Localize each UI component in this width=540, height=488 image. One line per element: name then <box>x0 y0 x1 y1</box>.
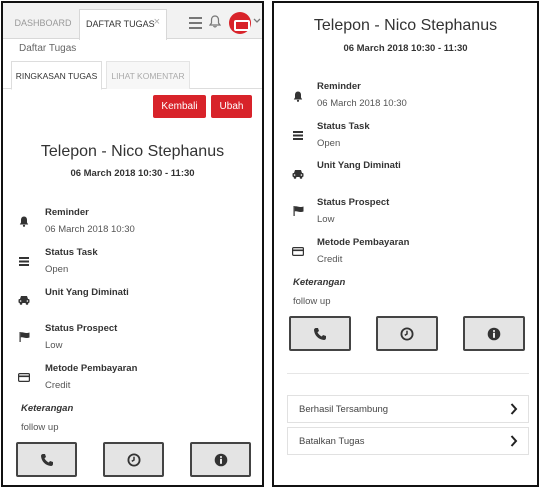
reminder-label: Reminder <box>317 81 361 92</box>
tab-ringkasan-tugas[interactable]: RINGKASAN TUGAS <box>11 61 102 90</box>
credit-card-icon <box>291 244 305 258</box>
car-icon <box>291 167 305 181</box>
phone-icon <box>40 453 53 466</box>
status-prospect-label: Status Prospect <box>45 323 118 334</box>
call-button[interactable] <box>16 442 77 477</box>
schedule-button[interactable] <box>103 442 164 477</box>
list-icon <box>17 254 31 268</box>
status-task-label: Status Task <box>317 121 370 132</box>
flag-icon <box>17 330 31 344</box>
close-tab-icon[interactable]: × <box>154 17 160 28</box>
unit-diminati-label: Unit Yang Diminati <box>317 160 401 171</box>
car-icon <box>17 293 31 307</box>
status-task-value: Open <box>45 264 69 275</box>
left-screen: DASHBOARD DAFTAR TUGAS × Daftar Tugas RI… <box>1 1 264 487</box>
phone-icon <box>314 327 326 340</box>
metode-pembayaran-value: Credit <box>317 254 343 265</box>
task-title: Telepon - Nico Stephanus <box>313 17 498 34</box>
ubah-button[interactable]: Ubah <box>211 95 252 118</box>
reminder-value: 06 March 2018 10:30 <box>45 224 135 235</box>
subtab-bar: RINGKASAN TUGAS LIHAT KOMENTAR <box>3 61 262 90</box>
status-prospect-value: Low <box>45 340 63 351</box>
bell-icon <box>291 89 305 103</box>
tab-daftar-tugas[interactable]: DAFTAR TUGAS × <box>79 9 167 40</box>
info-button[interactable] <box>190 442 251 477</box>
bell-icon <box>17 214 31 228</box>
notification-bell-icon[interactable] <box>208 15 222 33</box>
tab-daftar-tugas-label: DAFTAR TUGAS <box>86 19 155 29</box>
call-button[interactable] <box>289 316 351 351</box>
avatar[interactable] <box>229 12 251 34</box>
info-button[interactable] <box>463 316 525 351</box>
task-title: Telepon - Nico Stephanus <box>40 143 225 160</box>
metode-pembayaran-value: Credit <box>45 380 71 391</box>
page-subtitle: Daftar Tugas <box>19 43 77 54</box>
clock-icon <box>400 327 414 340</box>
status-prospect-label: Status Prospect <box>317 197 390 208</box>
unit-diminati-label: Unit Yang Diminati <box>45 287 129 298</box>
berhasil-tersambung-item[interactable]: Berhasil Tersambung <box>287 395 529 423</box>
top-nav-bar: DASHBOARD DAFTAR TUGAS × <box>3 3 262 40</box>
credit-card-icon <box>17 370 31 384</box>
status-prospect-value: Low <box>317 214 335 225</box>
kembali-button[interactable]: Kembali <box>153 95 206 118</box>
keterangan-value: follow up <box>293 296 331 307</box>
status-task-label: Status Task <box>45 247 98 258</box>
divider <box>287 373 529 374</box>
schedule-button[interactable] <box>376 316 438 351</box>
chevron-right-icon <box>510 434 518 452</box>
chevron-right-icon <box>510 402 518 420</box>
info-icon <box>487 327 501 340</box>
reminder-label: Reminder <box>45 207 89 218</box>
hamburger-menu-icon[interactable] <box>189 17 202 32</box>
list-item-label: Berhasil Tersambung <box>299 404 389 415</box>
clock-icon <box>127 453 140 466</box>
chevron-down-icon[interactable] <box>253 16 261 26</box>
status-task-value: Open <box>317 138 341 149</box>
keterangan-label: Keterangan <box>293 277 346 288</box>
metode-pembayaran-label: Metode Pembayaran <box>317 237 410 248</box>
reminder-value: 06 March 2018 10:30 <box>317 98 407 109</box>
right-screen: Telepon - Nico Stephanus 06 March 2018 1… <box>272 1 539 487</box>
task-datetime: 06 March 2018 10:30 - 11:30 <box>70 168 195 179</box>
keterangan-label: Keterangan <box>21 403 74 414</box>
list-icon <box>291 128 305 142</box>
tab-dashboard[interactable]: DASHBOARD <box>11 9 75 39</box>
tab-lihat-komentar[interactable]: LIHAT KOMENTAR <box>106 61 190 89</box>
task-datetime: 06 March 2018 10:30 - 11:30 <box>343 43 468 54</box>
info-icon <box>214 453 227 466</box>
flag-icon <box>291 204 305 218</box>
metode-pembayaran-label: Metode Pembayaran <box>45 363 138 374</box>
list-item-label: Batalkan Tugas <box>299 436 365 447</box>
keterangan-value: follow up <box>21 422 59 433</box>
batalkan-tugas-item[interactable]: Batalkan Tugas <box>287 427 529 455</box>
